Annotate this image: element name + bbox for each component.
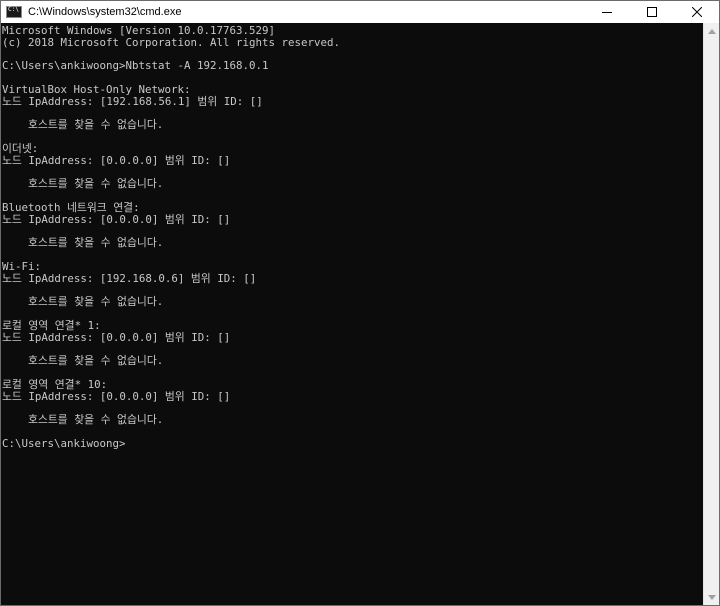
console-line: 호스트를 찾을 수 없습니다. <box>2 177 164 191</box>
console-line: 노드 IpAddress: [0.0.0.0] 범위 ID: [] <box>2 389 231 403</box>
close-icon <box>691 7 702 17</box>
console-line: 이더넷: <box>2 141 39 155</box>
console-lines: Microsoft Windows [Version 10.0.17763.52… <box>2 25 340 450</box>
console-line: 호스트를 찾을 수 없습니다. <box>2 236 164 250</box>
chevron-down-icon <box>708 594 716 600</box>
scroll-up-button[interactable] <box>704 23 720 39</box>
console-line: VirtualBox Host-Only Network: <box>2 82 191 96</box>
console-line: C:\Users\ankiwoong>Nbtstat -A 192.168.0.… <box>2 59 269 73</box>
scroll-down-button[interactable] <box>704 589 720 605</box>
maximize-icon <box>646 7 657 17</box>
console-line: Bluetooth 네트워크 연결: <box>2 200 140 214</box>
chevron-up-icon <box>708 28 716 34</box>
maximize-button[interactable] <box>629 1 674 23</box>
console-line: 호스트를 찾을 수 없습니다. <box>2 295 164 309</box>
console-line: 호스트를 찾을 수 없습니다. <box>2 354 164 368</box>
window-controls <box>584 1 719 23</box>
console-line: 호스트를 찾을 수 없습니다. <box>2 413 164 427</box>
console-line: 노드 IpAddress: [0.0.0.0] 범위 ID: [] <box>2 153 231 167</box>
scrollbar-track[interactable] <box>705 39 718 589</box>
console-line: Wi-Fi: <box>2 259 42 273</box>
console-line: 호스트를 찾을 수 없습니다. <box>2 118 164 132</box>
cmd-icon[interactable] <box>6 6 22 18</box>
vertical-scrollbar[interactable] <box>703 23 719 605</box>
console-output[interactable]: Microsoft Windows [Version 10.0.17763.52… <box>1 23 703 605</box>
console-line: 노드 IpAddress: [192.168.56.1] 범위 ID: [] <box>2 94 263 108</box>
minimize-button[interactable] <box>584 1 629 23</box>
console-line: C:\Users\ankiwoong> <box>2 436 126 450</box>
minimize-icon <box>601 12 612 13</box>
console-line: 노드 IpAddress: [0.0.0.0] 범위 ID: [] <box>2 330 231 344</box>
close-button[interactable] <box>674 1 719 23</box>
console-line: (c) 2018 Microsoft Corporation. All righ… <box>2 35 341 49</box>
console-line: 로컬 영역 연결* 10: <box>2 377 108 391</box>
title-bar[interactable]: C:\Windows\system32\cmd.exe <box>1 1 719 23</box>
console-line: 노드 IpAddress: [192.168.0.6] 범위 ID: [] <box>2 271 257 285</box>
window-title: C:\Windows\system32\cmd.exe <box>28 6 182 18</box>
console-line: 노드 IpAddress: [0.0.0.0] 범위 ID: [] <box>2 212 231 226</box>
console-line: 로컬 영역 연결* 1: <box>2 318 101 332</box>
cmd-window: C:\Windows\system32\cmd.exe Microsoft Wi… <box>0 0 720 606</box>
